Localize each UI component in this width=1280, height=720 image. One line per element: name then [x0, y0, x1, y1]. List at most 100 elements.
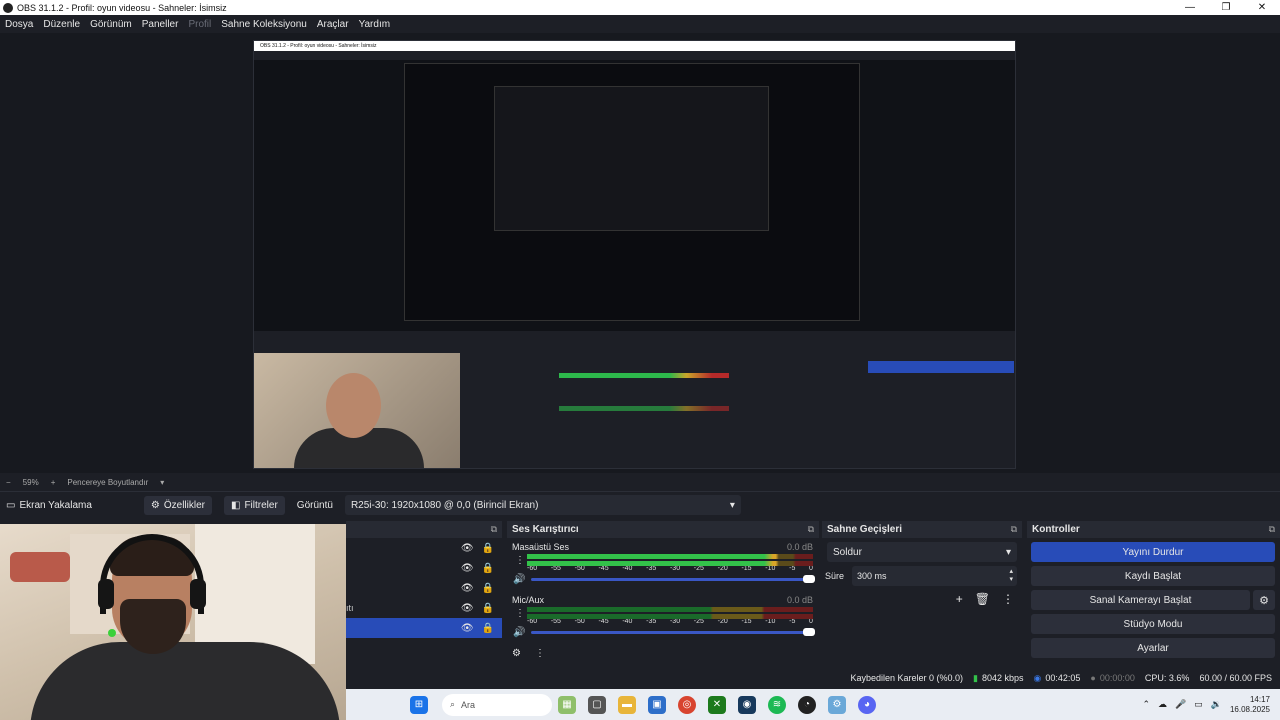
- chevron-down-icon[interactable]: ▾: [160, 478, 164, 487]
- nested-title: OBS 31.1.2 - Profil: oyun videosu - Sahn…: [254, 41, 1015, 51]
- gear-icon: ⚙: [150, 499, 160, 511]
- record-icon: ●: [1090, 673, 1096, 683]
- mixer-channel-desktop: Masaüstü Ses 0.0 dB ⋮ -60 -55 -50 -45 -40 -35…: [507, 538, 819, 585]
- chevron-down-icon: ▾: [1005, 546, 1011, 558]
- cloud-icon[interactable]: ☁: [1158, 699, 1167, 710]
- lock-icon[interactable]: 🔒: [482, 583, 494, 594]
- source-row[interactable]: ıtı 👁 🔒: [346, 598, 502, 618]
- speaker-icon[interactable]: 🔊: [513, 627, 525, 638]
- channel-menu-icon[interactable]: ⋮: [515, 608, 525, 619]
- mic-icon[interactable]: 🎤: [1175, 699, 1186, 710]
- webcam-overlay: [0, 524, 346, 720]
- stream-time: 00:42:05: [1045, 673, 1081, 683]
- maximize-icon[interactable]: ❐: [1208, 2, 1244, 13]
- volume-icon[interactable]: 🔉: [1211, 699, 1222, 710]
- menu-profil[interactable]: Profil: [188, 19, 211, 30]
- virtual-camera-gear-icon[interactable]: ⚙: [1253, 590, 1275, 610]
- store-icon[interactable]: ▣: [648, 695, 666, 714]
- advanced-audio-icon[interactable]: ⚙: [512, 648, 521, 659]
- studio-mode-button[interactable]: Stüdyo Modu: [1031, 614, 1275, 634]
- windows-start-icon[interactable]: ⊞: [410, 695, 428, 714]
- display-label: Görüntü: [296, 499, 333, 511]
- lock-icon[interactable]: 🔒: [482, 543, 494, 554]
- nested-inner-capture-2: [494, 86, 769, 231]
- lock-icon[interactable]: 🔒: [482, 563, 494, 574]
- trash-icon[interactable]: 🗑: [975, 592, 990, 606]
- spinner-icon[interactable]: ▴ ▾: [1010, 568, 1014, 584]
- undock-icon[interactable]: ⧉: [491, 524, 497, 535]
- xbox-icon[interactable]: ✕: [708, 695, 726, 714]
- stream-icon: ◉: [1033, 672, 1042, 683]
- channel-name: Masaüstü Ses: [512, 542, 570, 552]
- chrome-icon[interactable]: ◎: [678, 695, 696, 714]
- lock-icon[interactable]: 🔒: [482, 623, 494, 634]
- file-explorer-icon[interactable]: ▬: [618, 695, 636, 714]
- more-icon[interactable]: ⋮: [1002, 592, 1014, 606]
- eye-icon[interactable]: 👁: [461, 623, 474, 634]
- meter-ticks: -60 -55 -50 -45 -40 -35 -30 -25 -20 -15 -10 -5 0: [527, 565, 813, 572]
- menu-dosya[interactable]: Dosya: [5, 19, 33, 30]
- eye-icon[interactable]: 👁: [461, 543, 474, 554]
- source-row[interactable]: 👁 🔒: [346, 558, 502, 578]
- eye-icon[interactable]: 👁: [461, 563, 474, 574]
- nested-webcam: [254, 353, 460, 468]
- channel-db: 0.0 dB: [786, 542, 813, 552]
- scene-transitions-dock: Sahne Geçişleri ⧉ Soldur ▾ Süre 300 ms ▴…: [822, 521, 1022, 666]
- discord-icon[interactable]: ◕: [858, 695, 876, 714]
- settings-app-icon[interactable]: ⚙: [828, 695, 846, 714]
- speaker-icon[interactable]: 🔊: [513, 574, 525, 585]
- settings-button[interactable]: Ayarlar: [1031, 638, 1275, 658]
- eye-icon[interactable]: 👁: [461, 603, 474, 614]
- stop-stream-button[interactable]: Yayını Durdur: [1031, 542, 1275, 562]
- source-row-selected[interactable]: 👁 🔒: [346, 618, 502, 638]
- volume-slider-handle[interactable]: [803, 628, 815, 636]
- source-label: ıtı: [346, 603, 354, 613]
- battery-icon[interactable]: ▭: [1194, 699, 1203, 710]
- spotify-icon[interactable]: ≋: [768, 695, 786, 714]
- zoom-mode[interactable]: Pencereye Boyutlandır: [67, 478, 148, 487]
- chevron-up-icon[interactable]: ⌃: [1142, 699, 1150, 710]
- transition-select[interactable]: Soldur ▾: [827, 542, 1017, 562]
- lock-icon[interactable]: 🔒: [482, 603, 494, 614]
- clock[interactable]: 14:17 16.08.2025: [1230, 695, 1270, 715]
- widget-icon[interactable]: ▦: [558, 695, 576, 714]
- zoom-out-button[interactable]: −: [6, 478, 11, 487]
- add-icon[interactable]: +: [956, 592, 963, 606]
- mixer-menu-icon[interactable]: ⋮: [535, 648, 545, 659]
- nested-meter: [559, 373, 729, 378]
- undock-icon[interactable]: ⧉: [1269, 524, 1275, 535]
- start-virtual-camera-button[interactable]: Sanal Kamerayı Başlat: [1031, 590, 1250, 610]
- menu-duzenle[interactable]: Düzenle: [43, 19, 80, 30]
- menu-paneller[interactable]: Paneller: [142, 19, 179, 30]
- start-recording-button[interactable]: Kaydı Başlat: [1031, 566, 1275, 586]
- menu-araclar[interactable]: Araçlar: [317, 19, 349, 30]
- menu-sahne-koleksiyonu[interactable]: Sahne Koleksiyonu: [221, 19, 307, 30]
- taskbar-search[interactable]: ⌕ Ara: [442, 693, 552, 716]
- minimize-icon[interactable]: —: [1172, 2, 1208, 13]
- menu-yardim[interactable]: Yardım: [359, 19, 391, 30]
- eye-icon[interactable]: 👁: [461, 583, 474, 594]
- duration-field[interactable]: 300 ms ▴ ▾: [852, 566, 1018, 586]
- source-row[interactable]: 👁 🔒: [346, 578, 502, 598]
- task-view-icon[interactable]: ▢: [588, 695, 606, 714]
- source-name: Ekran Yakalama: [19, 499, 92, 511]
- source-row[interactable]: 👁 🔒: [346, 538, 502, 558]
- source-toolbar: ▭ Ekran Yakalama ⚙ Özellikler ◧ Filtrele…: [0, 491, 1280, 518]
- undock-icon[interactable]: ⧉: [1011, 524, 1017, 535]
- channel-menu-icon[interactable]: ⋮: [515, 555, 525, 566]
- volume-slider-handle[interactable]: [803, 575, 815, 583]
- properties-button[interactable]: ⚙ Özellikler: [143, 495, 212, 515]
- menu-gorunum[interactable]: Görünüm: [90, 19, 132, 30]
- filters-button[interactable]: ◧ Filtreler: [224, 495, 285, 515]
- steam-icon[interactable]: ◉: [738, 695, 756, 714]
- title-bar: OBS 31.1.2 - Profil: oyun videosu - Sahn…: [0, 0, 1280, 15]
- obs-icon[interactable]: ◔: [798, 695, 816, 714]
- display-select[interactable]: R25i-30: 1920x1080 @ 0,0 (Birincil Ekran…: [344, 495, 741, 515]
- channel-db: 0.0 dB: [786, 595, 813, 605]
- close-icon[interactable]: ✕: [1244, 2, 1280, 13]
- fps: 60.00 / 60.00 FPS: [1199, 673, 1272, 683]
- volume-slider[interactable]: [531, 575, 815, 583]
- undock-icon[interactable]: ⧉: [808, 524, 814, 535]
- volume-slider[interactable]: [531, 628, 815, 636]
- zoom-in-button[interactable]: +: [51, 478, 56, 487]
